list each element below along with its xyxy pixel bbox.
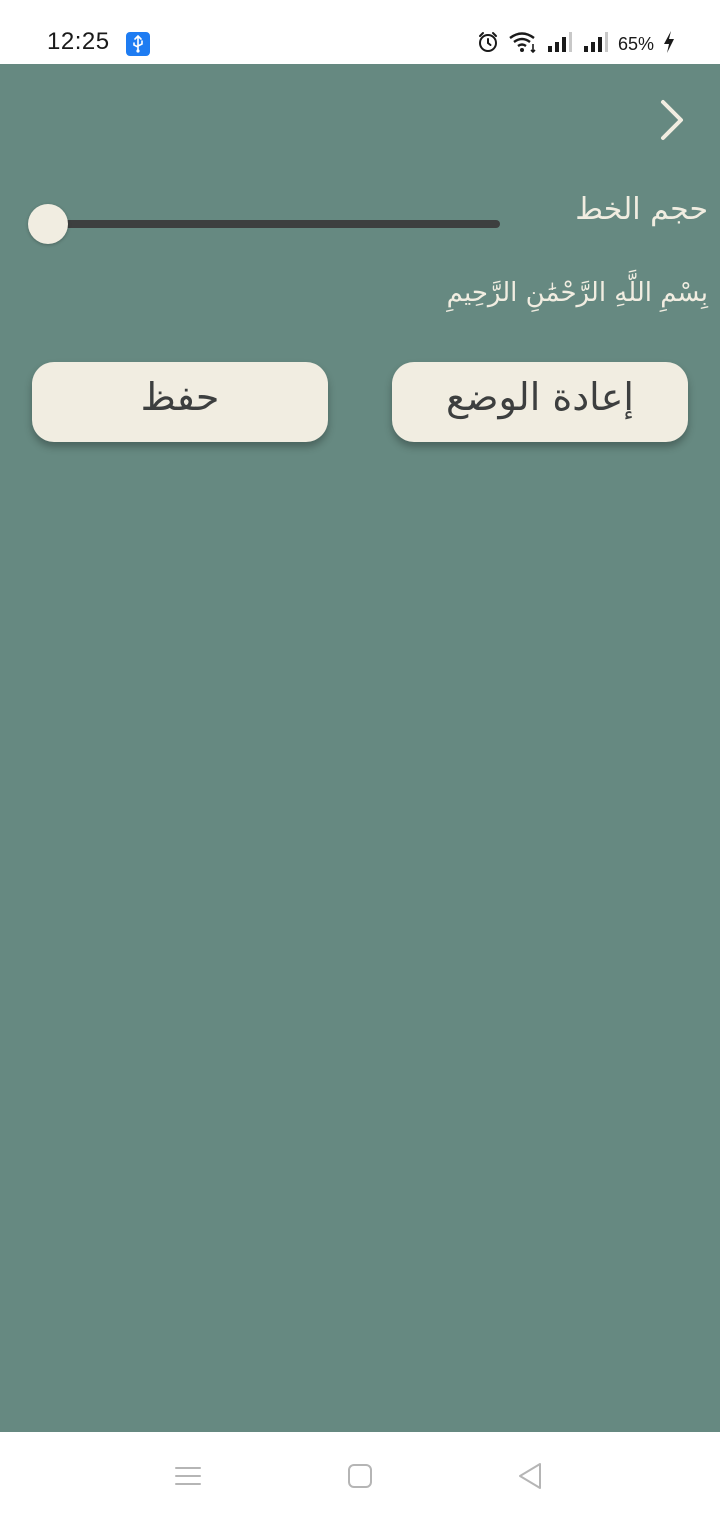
settings-screen: حجم الخط بِسْمِ اللَّهِ الرَّحْمَٰنِ الر… (0, 64, 720, 1432)
status-icons: 65% (476, 30, 676, 58)
font-size-slider-track[interactable] (48, 220, 500, 228)
battery-percent: 65% (617, 33, 654, 54)
back-icon[interactable] (514, 1460, 546, 1492)
font-size-label: حجم الخط (575, 192, 708, 227)
chevron-right-icon (661, 100, 683, 140)
status-bar: 12:25 65% (0, 0, 720, 64)
font-preview-text: بِسْمِ اللَّهِ الرَّحْمَٰنِ الرَّحِيمِ (446, 278, 708, 308)
usb-icon (126, 32, 150, 56)
wifi-icon (508, 30, 538, 58)
font-size-slider-thumb[interactable] (28, 204, 68, 244)
back-button[interactable] (648, 96, 696, 144)
system-nav-bar (0, 1432, 720, 1520)
charging-icon (662, 30, 676, 58)
status-time: 12:25 (47, 28, 110, 55)
home-icon[interactable] (344, 1460, 376, 1492)
save-button[interactable]: حفظ (32, 362, 328, 442)
signal-icon (582, 30, 610, 58)
signal-icon (546, 30, 574, 58)
alarm-icon (476, 30, 500, 58)
menu-icon[interactable] (172, 1460, 204, 1492)
reset-button[interactable]: إعادة الوضع (392, 362, 688, 442)
